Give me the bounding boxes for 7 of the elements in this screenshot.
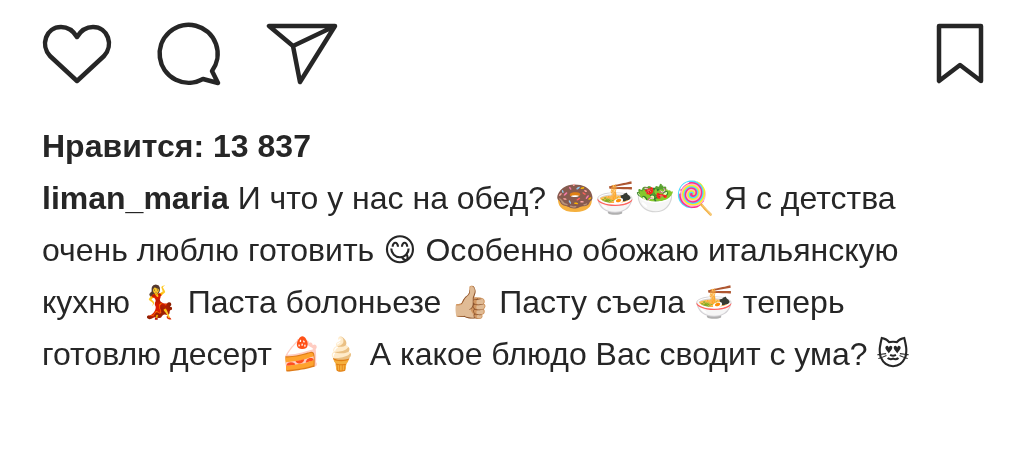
- heart-icon[interactable]: [42, 23, 112, 85]
- comment-icon[interactable]: [156, 21, 222, 87]
- send-icon[interactable]: [266, 22, 338, 86]
- like-count[interactable]: Нравится: 13 837: [42, 124, 311, 168]
- post-caption: liman_maria И что у нас на обед? 🍩🍜🥗🍭 Я с детства очень люблю готовить 😋 Особенно обожаю итальянскую кухню 💃 Паста болоньезе 👍🏼 Пасту съела 🍜 теперь готовлю десерт 🍰🍦 А какое блюдо Вас сводит с ума? 😻: [42, 179, 911, 374]
- bookmark-icon[interactable]: [936, 23, 984, 85]
- username-link[interactable]: liman_maria: [42, 180, 229, 216]
